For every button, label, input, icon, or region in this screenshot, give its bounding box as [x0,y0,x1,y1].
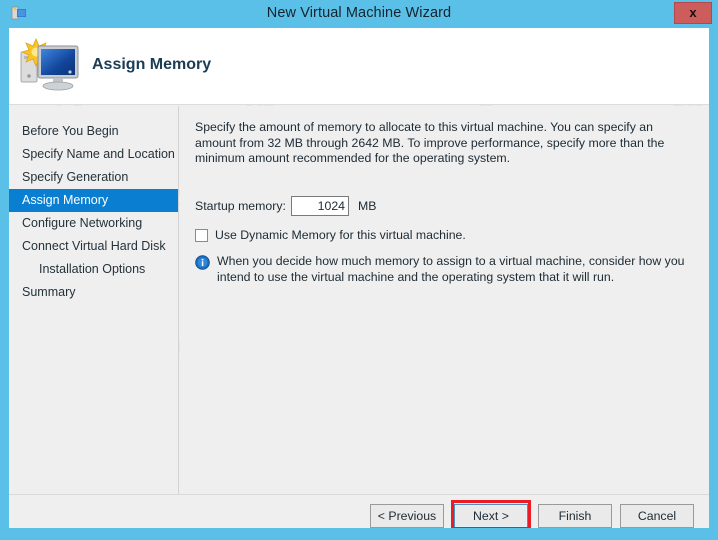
page-banner: Assign Memory [9,28,709,105]
startup-memory-label: Startup memory: [195,199,286,213]
dynamic-memory-checkbox[interactable] [195,229,208,242]
sidebar-item-configure-networking[interactable]: Configure Networking [9,212,178,235]
info-icon [195,255,210,270]
monitor-starburst-icon [18,34,84,96]
description-text: Specify the amount of memory to allocate… [195,120,697,167]
sidebar-item-connect-virtual-hard-disk[interactable]: Connect Virtual Hard Disk [9,235,178,258]
sidebar-item-installation-options[interactable]: Installation Options [9,258,178,281]
next-button[interactable]: Next > [454,504,528,528]
window-title: New Virtual Machine Wizard [0,0,718,26]
footer-button-bar: < Previous Next > Finish Cancel [9,494,709,528]
page-title: Assign Memory [92,56,211,74]
title-bar: New Virtual Machine Wizard x [0,0,718,26]
dynamic-memory-label: Use Dynamic Memory for this virtual mach… [215,228,466,242]
client-area: bakicubuk bakicubuk bakicubuk bakicubuk … [9,28,709,528]
wizard-steps-sidebar: Before You Begin Specify Name and Locati… [9,106,179,494]
sidebar-item-before-you-begin[interactable]: Before You Begin [9,120,178,143]
sidebar-item-summary[interactable]: Summary [9,281,178,304]
sidebar-item-specify-generation[interactable]: Specify Generation [9,166,178,189]
startup-memory-unit: MB [358,199,376,213]
finish-button[interactable]: Finish [538,504,612,528]
cancel-button[interactable]: Cancel [620,504,694,528]
wizard-window: New Virtual Machine Wizard x bakicubuk b… [0,0,718,540]
close-button[interactable]: x [674,2,712,24]
sidebar-item-assign-memory[interactable]: Assign Memory [9,189,178,212]
startup-memory-input[interactable] [291,196,349,216]
previous-button[interactable]: < Previous [370,504,444,528]
main-content: Specify the amount of memory to allocate… [180,106,709,494]
sidebar-item-specify-name-location[interactable]: Specify Name and Location [9,143,178,166]
info-note-text: When you decide how much memory to assig… [217,254,687,285]
